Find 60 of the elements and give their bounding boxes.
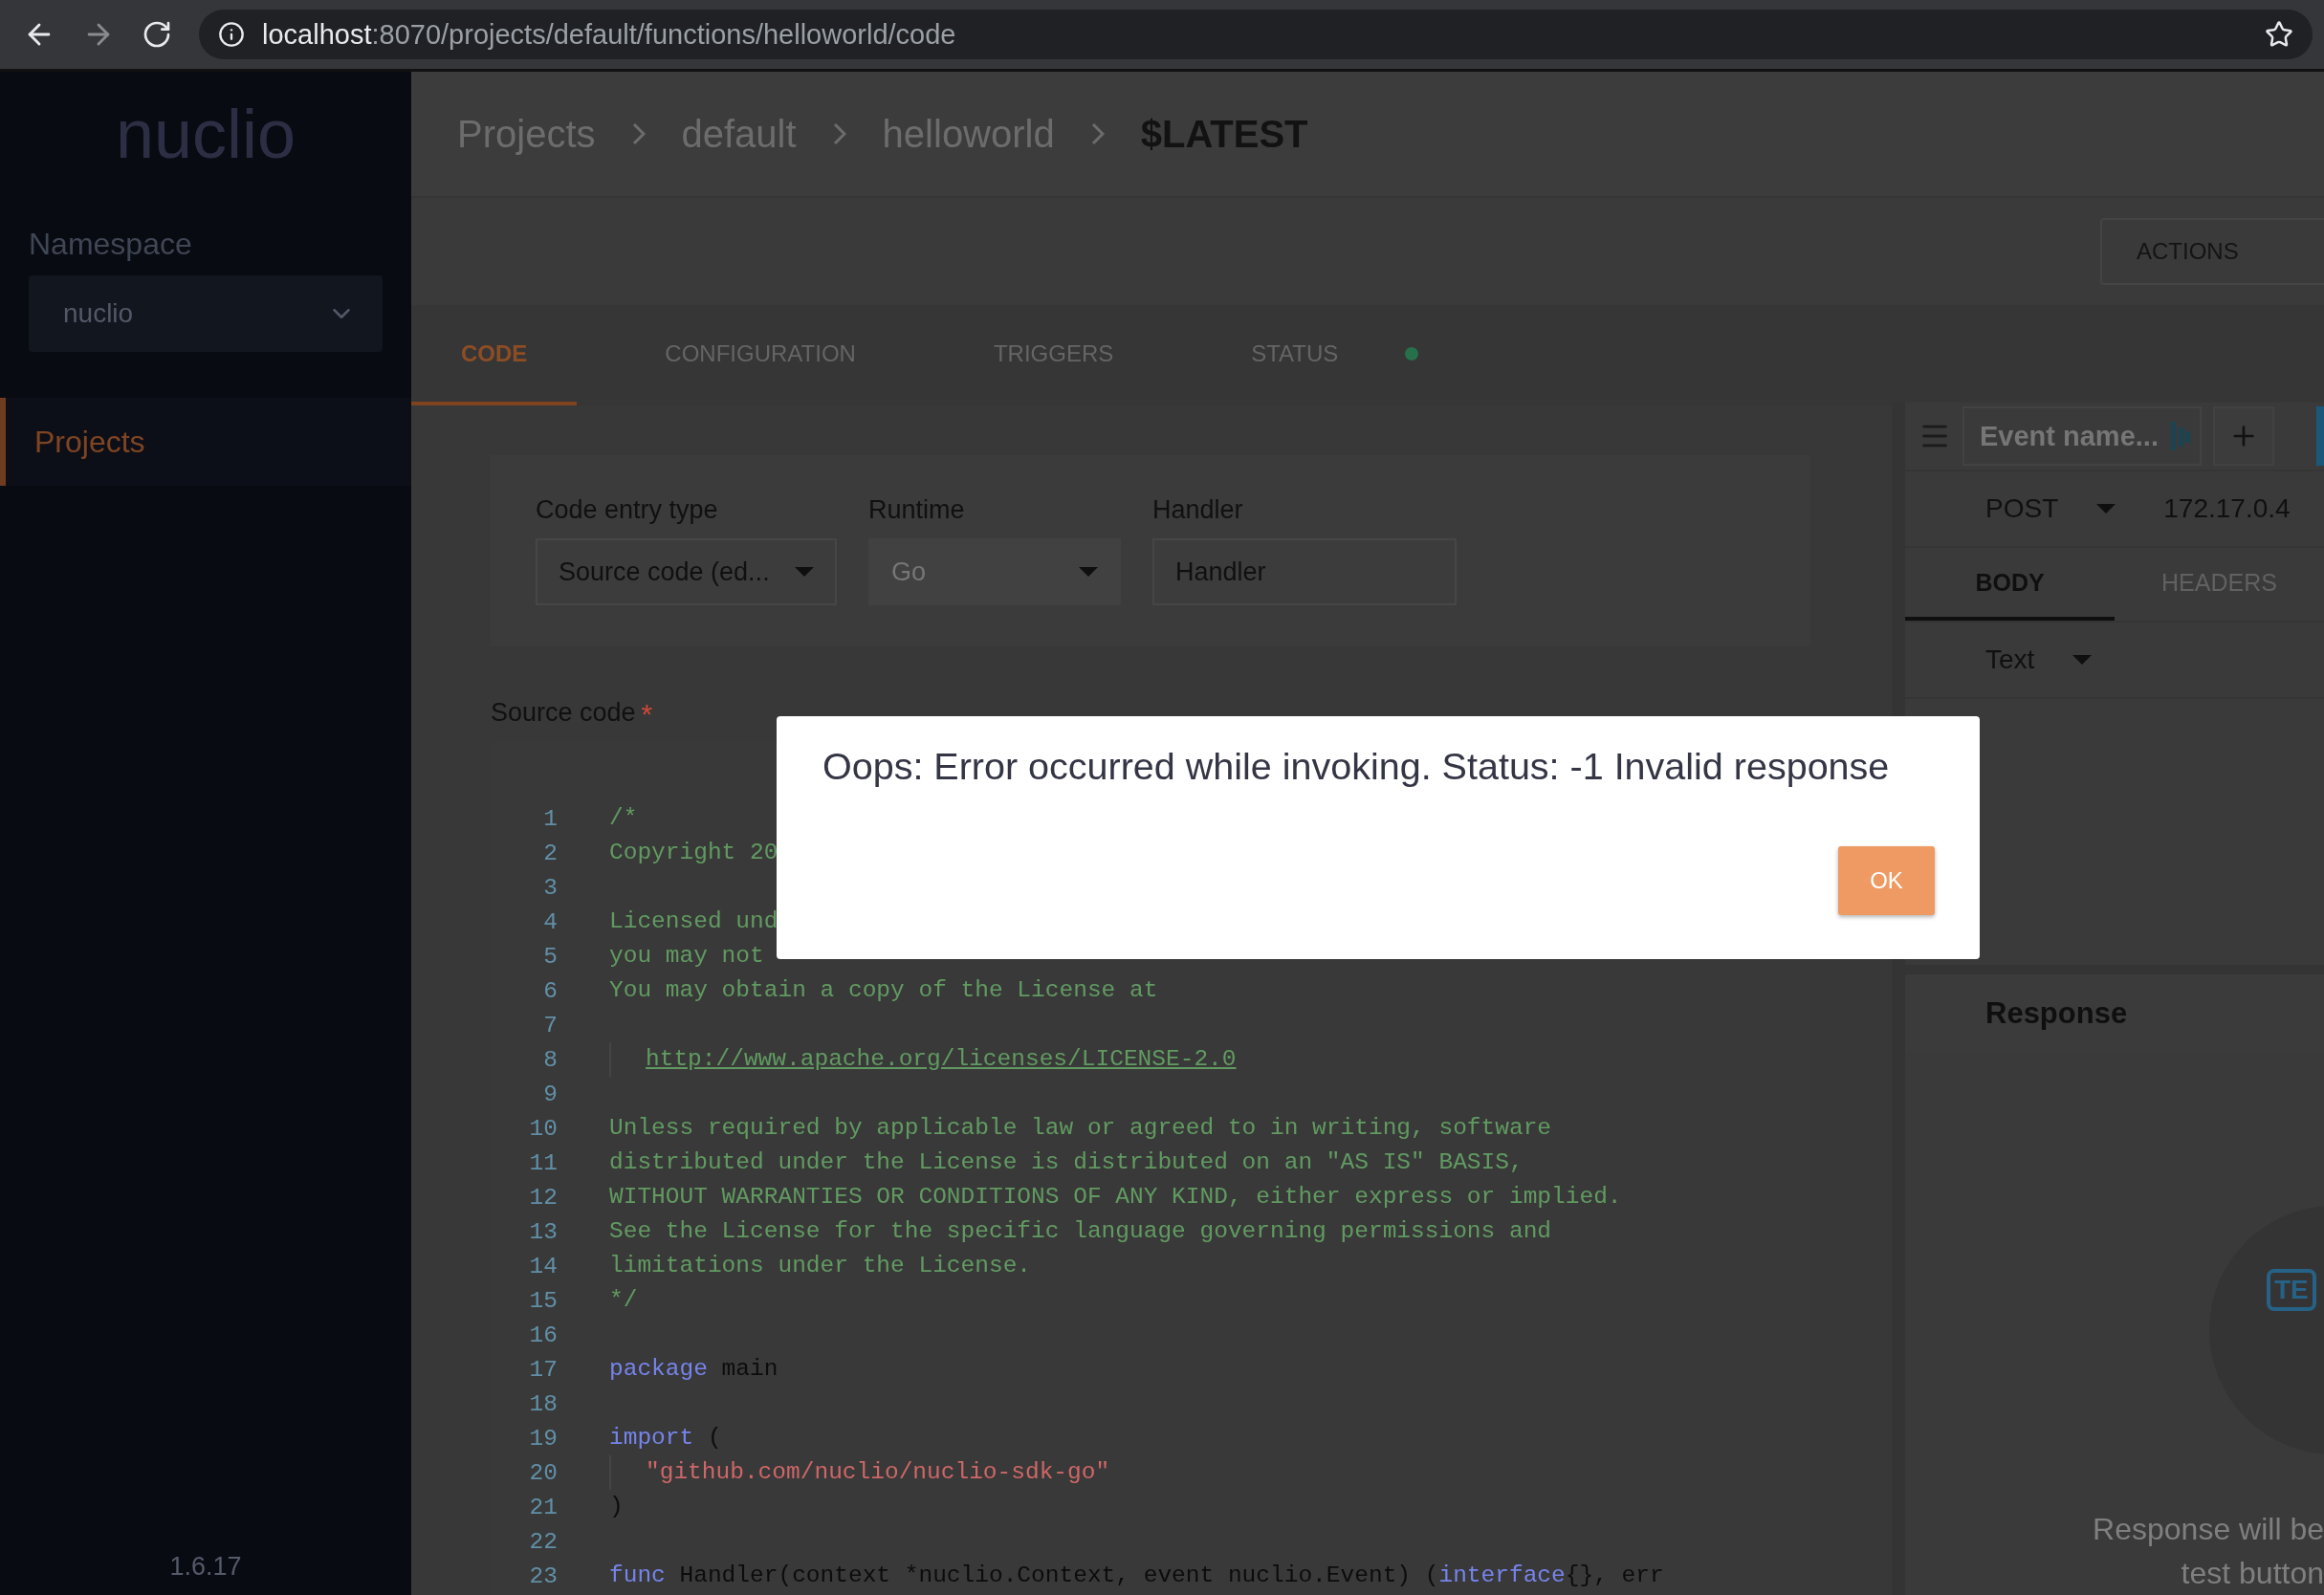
code-line: Unless required by applicable law or agreed to in writing, software [609,1114,1552,1143]
line-number: 4 [542,908,558,935]
event-name-field[interactable]: Event name... [1962,406,2202,467]
code-line: */ [609,1286,638,1315]
code-line: See the License for the specific language governing permissions and [609,1217,1552,1246]
line-number: 10 [528,1115,558,1142]
line-number: 7 [542,1012,558,1038]
line-number: 12 [528,1184,558,1211]
line-number: 15 [528,1287,558,1314]
line-number: 17 [528,1356,558,1383]
line-number: 3 [542,874,558,901]
bookmark-star-icon[interactable] [2265,20,2293,49]
code-line: import ( [609,1424,722,1453]
empty-state-text: Response will be [2093,1511,2324,1548]
line-number: 14 [528,1253,558,1279]
illustration-label: TE [2267,1269,2316,1311]
code-line: limitations under the License. [609,1252,1032,1280]
address-bar[interactable]: localhost:8070/projects/default/functions/helloworld/code [199,10,2313,59]
code-line: "github.com/nuclio/nuclio-sdk-go" [609,1455,1110,1490]
code-line: you may not [609,942,764,971]
code-line: ) [609,1493,624,1521]
line-number: 2 [542,840,558,866]
caret-icon [1079,567,1098,577]
dialog-message: Oops: Error occurred while invoking. Status: -1 Invalid response [822,745,1891,788]
line-number: 18 [528,1390,558,1417]
url-text: localhost:8070/projects/default/functions/helloworld/code [262,18,956,51]
line-number: 1 [542,805,558,832]
version-text: 1.6.17 [168,1552,243,1583]
line-number: 9 [542,1081,558,1107]
line-number: 20 [528,1459,558,1486]
chevron-right-icon [832,122,846,145]
reload-icon[interactable] [142,19,172,50]
code-line: distributed under the License is distributed on an "AS IS" BASIS, [609,1148,1524,1177]
line-number: 16 [528,1322,558,1348]
code-line: Copyright 20 [609,839,778,867]
chevron-right-icon [1090,122,1105,145]
namespace-label: Namespace [28,226,193,263]
line-number: 22 [528,1528,558,1555]
code-line: Licensed und [609,907,778,936]
sidebar-item[interactable]: Projects [0,398,411,486]
namespace-select[interactable]: nuclio [29,275,383,352]
line-number: 6 [542,977,558,1004]
line-number: 13 [528,1218,558,1245]
info-icon[interactable] [218,21,245,48]
line-number: 23 [528,1562,558,1589]
code-line: /* [609,804,638,833]
ok-button[interactable]: OK [1838,846,1935,915]
code-line: You may obtain a copy of the License at [609,976,1158,1005]
line-number: 19 [528,1425,558,1452]
caret-icon [795,567,814,577]
tab[interactable]: CODE [411,305,578,405]
chevron-right-icon [631,122,646,145]
line-number: 8 [542,1046,558,1073]
empty-state-text: test button [2181,1555,2324,1592]
line-number: 5 [542,943,558,970]
required-mark: * [641,698,653,731]
line-number: 21 [528,1494,558,1520]
line-number: 11 [528,1149,558,1176]
code-line: http://www.apache.org/licenses/LICENSE-2.0 [609,1042,1237,1077]
code-line: WITHOUT WARRANTIES OR CONDITIONS OF ANY KIND, either express or implied. [609,1183,1622,1212]
